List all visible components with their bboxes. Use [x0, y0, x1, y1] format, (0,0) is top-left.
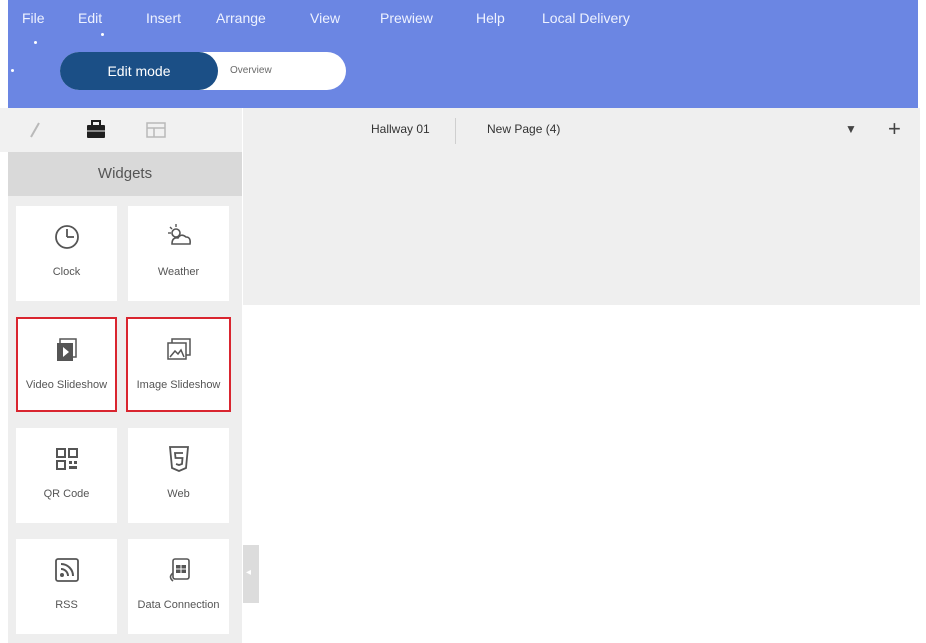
- tab-divider: [455, 118, 456, 144]
- widget-weather[interactable]: Weather: [128, 206, 229, 301]
- video-slideshow-icon: [18, 335, 115, 365]
- widget-label: Weather: [157, 266, 200, 278]
- widget-label: Web: [167, 488, 190, 500]
- clock-icon: [16, 222, 117, 252]
- widget-label: Image Slideshow: [136, 379, 221, 391]
- menu-view[interactable]: View: [310, 10, 340, 26]
- page-tabs-bar: Hallway 01 New Page (4) ▼ +: [243, 108, 920, 305]
- widget-label: Video Slideshow: [25, 379, 108, 391]
- menu-edit[interactable]: Edit: [78, 10, 102, 26]
- widgets-heading: Widgets: [8, 152, 242, 196]
- sidebar-tabs: [0, 108, 242, 152]
- mode-toggle[interactable]: Edit mode Overview: [60, 52, 346, 90]
- top-toolbar: File Edit Insert Arrange View Prewiew He…: [8, 0, 918, 108]
- widget-web[interactable]: Web: [128, 428, 229, 523]
- widget-label: RSS: [55, 599, 78, 611]
- data-connection-icon: [128, 555, 229, 585]
- page-tab-hallway[interactable]: Hallway 01: [371, 122, 430, 136]
- dot-marker: [34, 41, 37, 44]
- widget-label: QR Code: [43, 488, 90, 500]
- html5-icon: [128, 444, 229, 474]
- briefcase-icon[interactable]: [84, 118, 108, 142]
- widget-image-slideshow[interactable]: Image Slideshow: [126, 317, 231, 412]
- dot-marker: [101, 33, 104, 36]
- menu-insert[interactable]: Insert: [146, 10, 181, 26]
- widget-label: Data Connection: [137, 599, 220, 611]
- layout-icon[interactable]: [144, 118, 168, 142]
- menu-help[interactable]: Help: [476, 10, 505, 26]
- widget-video-slideshow[interactable]: Video Slideshow: [16, 317, 117, 412]
- widget-qr-code[interactable]: QR Code: [16, 428, 117, 523]
- overview-button[interactable]: Overview: [230, 52, 272, 90]
- menu-local-delivery[interactable]: Local Delivery: [542, 10, 630, 26]
- plus-icon[interactable]: +: [888, 116, 901, 142]
- qr-code-icon: [16, 444, 117, 474]
- widget-rss[interactable]: RSS: [16, 539, 117, 634]
- weather-icon: [128, 222, 229, 252]
- pencil-icon[interactable]: [24, 118, 48, 142]
- page-tab-new-page[interactable]: New Page (4): [487, 122, 560, 136]
- menu-file[interactable]: File: [22, 10, 45, 26]
- menu-arrange[interactable]: Arrange: [216, 10, 266, 26]
- rss-icon: [16, 555, 117, 585]
- widget-data-connection[interactable]: Data Connection: [128, 539, 229, 634]
- menu-preview[interactable]: Prewiew: [380, 10, 433, 26]
- chevron-down-icon[interactable]: ▼: [845, 122, 857, 136]
- widget-clock[interactable]: Clock: [16, 206, 117, 301]
- widget-label: Clock: [52, 266, 81, 278]
- collapse-arrow-icon: ◂: [246, 567, 252, 578]
- dot-marker: [11, 69, 14, 72]
- edit-mode-button[interactable]: Edit mode: [60, 52, 218, 90]
- sidebar: Widgets Clock Weather Video Slideshow Im…: [0, 108, 242, 643]
- image-slideshow-icon: [128, 335, 229, 365]
- sidebar-collapse-handle[interactable]: ◂: [243, 545, 259, 603]
- widgets-grid: Clock Weather Video Slideshow Image Slid…: [8, 196, 242, 643]
